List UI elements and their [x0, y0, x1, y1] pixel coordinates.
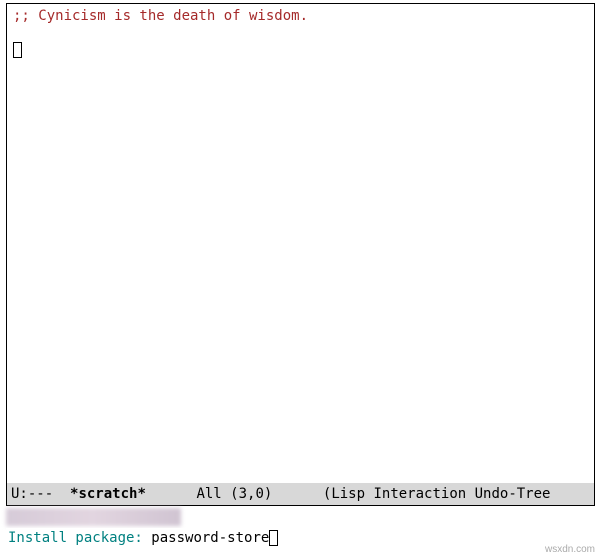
modeline-buffer-name: *scratch* — [70, 486, 146, 502]
modeline-status: U:--- — [11, 486, 70, 502]
minibuffer-input: password-store — [151, 530, 269, 546]
minibuffer[interactable]: Install package: password-store — [6, 528, 595, 548]
buffer-area[interactable]: ;; Cynicism is the death of wisdom. — [7, 4, 594, 483]
text-cursor — [13, 42, 22, 58]
redacted-area — [6, 508, 181, 526]
editor-window: ;; Cynicism is the death of wisdom. U:--… — [6, 3, 595, 506]
modeline-gap2 — [272, 486, 323, 502]
modeline-mode: (Lisp Interaction Undo-Tree — [323, 486, 551, 502]
watermark: wsxdn.com — [545, 544, 595, 555]
minibuffer-prompt: Install package: — [8, 530, 151, 546]
minibuffer-cursor — [269, 530, 278, 546]
mode-line[interactable]: U:--- *scratch* All (3,0) (Lisp Interact… — [7, 483, 594, 505]
modeline-position: All (3,0) — [196, 486, 272, 502]
modeline-gap — [146, 486, 197, 502]
buffer-comment-line: ;; Cynicism is the death of wisdom. — [13, 8, 588, 24]
